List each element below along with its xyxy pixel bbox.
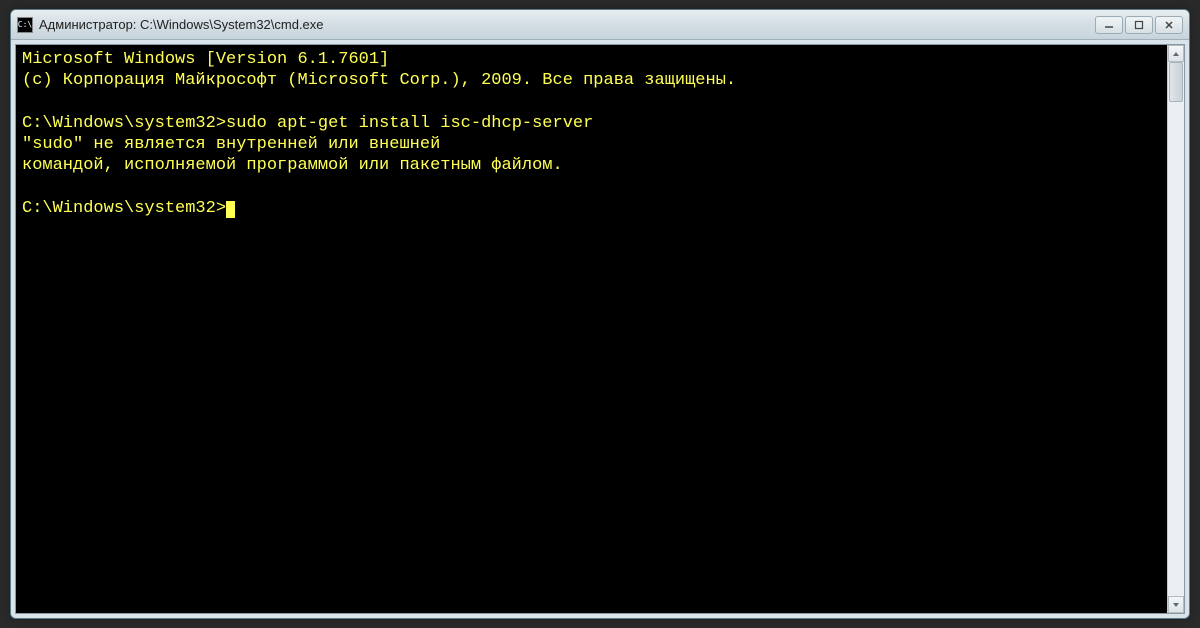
minimize-icon (1104, 20, 1114, 30)
chevron-down-icon (1172, 601, 1180, 609)
terminal[interactable]: Microsoft Windows [Version 6.1.7601] (c)… (16, 45, 1167, 613)
prompt: C:\Windows\system32> (22, 114, 226, 133)
close-icon (1164, 20, 1174, 30)
minimize-button[interactable] (1095, 16, 1123, 34)
terminal-container: Microsoft Windows [Version 6.1.7601] (c)… (15, 44, 1185, 614)
scrollbar-track[interactable] (1168, 62, 1184, 596)
window-title: Администратор: C:\Windows\System32\cmd.e… (39, 17, 1095, 32)
maximize-button[interactable] (1125, 16, 1153, 34)
scroll-up-button[interactable] (1168, 45, 1184, 62)
command-input: sudo apt-get install isc-dhcp-server (226, 114, 593, 133)
cmd-icon: C:\ (17, 17, 33, 33)
copyright-line: (c) Корпорация Майкрософт (Microsoft Cor… (22, 71, 736, 90)
scrollbar-thumb[interactable] (1169, 62, 1183, 102)
scroll-down-button[interactable] (1168, 596, 1184, 613)
vertical-scrollbar[interactable] (1167, 45, 1184, 613)
version-line: Microsoft Windows [Version 6.1.7601] (22, 50, 389, 69)
client-area: Microsoft Windows [Version 6.1.7601] (c)… (11, 40, 1189, 618)
close-button[interactable] (1155, 16, 1183, 34)
maximize-icon (1134, 20, 1144, 30)
cursor (226, 201, 235, 218)
cmd-window: C:\ Администратор: C:\Windows\System32\c… (10, 9, 1190, 619)
window-controls (1095, 16, 1183, 34)
error-line: командой, исполняемой программой или пак… (22, 156, 563, 175)
chevron-up-icon (1172, 50, 1180, 58)
prompt: C:\Windows\system32> (22, 199, 226, 218)
titlebar[interactable]: C:\ Администратор: C:\Windows\System32\c… (11, 10, 1189, 40)
error-line: "sudo" не является внутренней или внешне… (22, 135, 440, 154)
